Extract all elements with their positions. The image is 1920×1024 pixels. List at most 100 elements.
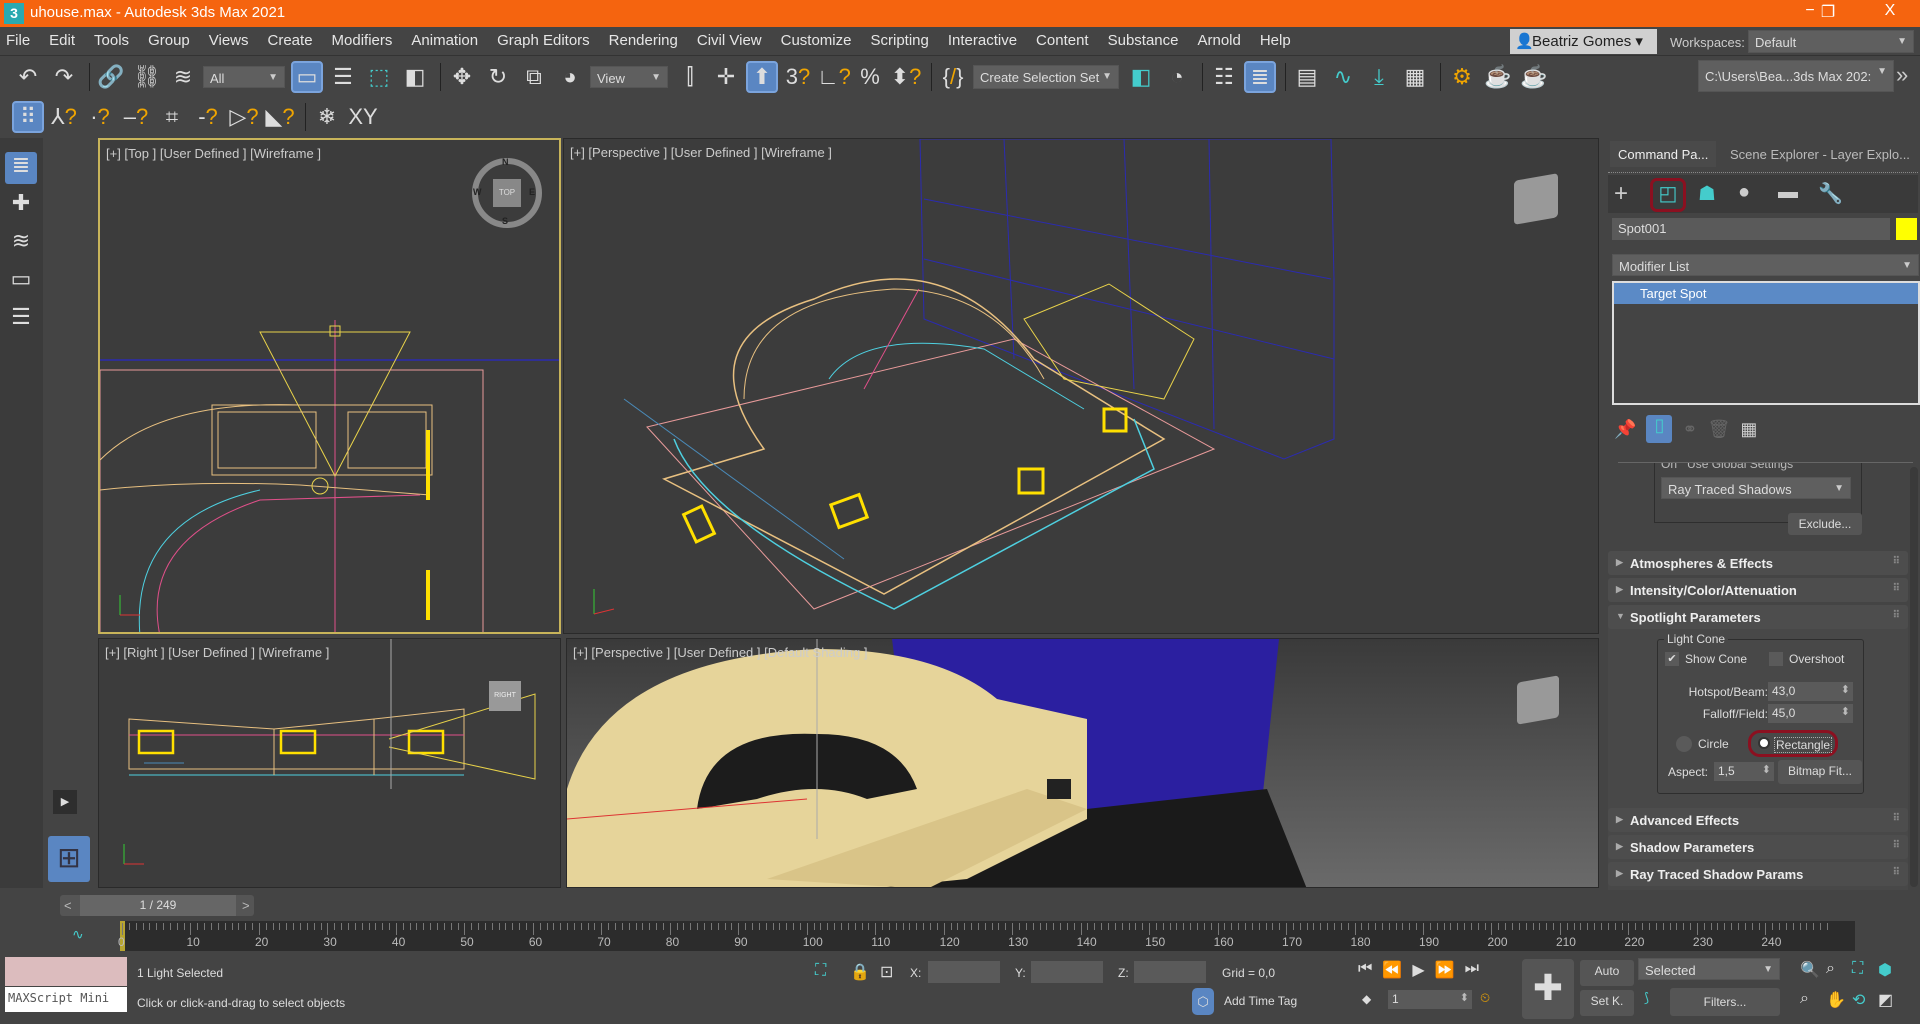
viewport-top[interactable]: [+] [Top ] [User Defined ] [Wireframe ] …: [98, 138, 561, 634]
rollout-spotlight-header[interactable]: ▼ Spotlight Parameters ⠿: [1608, 605, 1908, 629]
rollout-atmospheres[interactable]: ▶ Atmospheres & Effects ⠿: [1608, 551, 1908, 575]
rollout-shadow-parameters[interactable]: ▶ Shadow Parameters ⠿: [1608, 835, 1908, 859]
snap-to-frozen-icon[interactable]: ❄: [311, 101, 343, 133]
menu-rendering[interactable]: Rendering: [609, 32, 678, 49]
toggle-layer-explorer-icon[interactable]: ≣: [1244, 61, 1276, 93]
x-coordinate-field[interactable]: [928, 961, 1000, 983]
play-icon[interactable]: ▶: [1412, 960, 1424, 980]
ribbon-icon[interactable]: ▤: [1291, 61, 1323, 93]
set-key-big-button[interactable]: ✚: [1522, 959, 1574, 1019]
rollout-advanced-effects[interactable]: ▶ Advanced Effects ⠿: [1608, 808, 1908, 832]
aspect-spinner[interactable]: 1,5: [1714, 762, 1774, 781]
menu-create[interactable]: Create: [268, 32, 313, 49]
menu-group[interactable]: Group: [148, 32, 190, 49]
undo-icon[interactable]: ↶: [12, 61, 44, 93]
object-color-swatch[interactable]: [1896, 218, 1917, 240]
display-icon[interactable]: ▬: [1778, 181, 1798, 204]
menu-help[interactable]: Help: [1260, 32, 1291, 49]
vertex-snap-icon[interactable]: ·?: [84, 101, 116, 133]
select-object-icon[interactable]: ▭: [291, 61, 323, 93]
create-icon[interactable]: +: [1614, 180, 1628, 208]
midpoint-snap-icon[interactable]: -?: [192, 101, 224, 133]
circle-radio[interactable]: [1676, 736, 1692, 752]
next-frame-icon[interactable]: ⏩: [1435, 960, 1455, 980]
time-slider[interactable]: < 1 / 249 >: [60, 895, 254, 916]
menu-substance[interactable]: Substance: [1108, 32, 1179, 49]
viewport-perspective-wireframe[interactable]: [+] [Perspective ] [User Defined ] [Wire…: [563, 138, 1599, 634]
pivot-center-icon[interactable]: ⫿: [674, 61, 706, 93]
show-end-result-icon[interactable]: ▯: [1646, 415, 1673, 443]
selection-filter-dropdown[interactable]: All: [203, 66, 285, 88]
menu-tools[interactable]: Tools: [94, 32, 129, 49]
mirror-icon[interactable]: ◧: [1125, 61, 1157, 93]
panel-scrollbar[interactable]: [1910, 467, 1918, 887]
isolate-selection-icon[interactable]: ⛶: [815, 962, 826, 980]
maxscript-mini-input[interactable]: MAXScript Mini: [5, 987, 127, 1012]
layers-icon[interactable]: ≣: [5, 152, 37, 184]
viewport-right[interactable]: [+] [Right ] [User Defined ] [Wireframe …: [98, 638, 561, 888]
next-frame-button[interactable]: >: [242, 898, 250, 913]
object-name-field[interactable]: Spot001: [1612, 218, 1890, 240]
rectangle-radio[interactable]: [1758, 737, 1770, 749]
configure-modifier-sets-icon[interactable]: ▦: [1740, 419, 1757, 440]
show-cone-checkbox[interactable]: ✔: [1665, 652, 1679, 666]
modify-icon[interactable]: ◰: [1650, 178, 1686, 212]
menu-file[interactable]: File: [6, 32, 30, 49]
selection-set-dropdown[interactable]: Create Selection Set: [973, 65, 1119, 89]
render-setup-icon[interactable]: ⚙: [1446, 61, 1478, 93]
viewport-label[interactable]: [+] [Right ] [User Defined ] [Wireframe …: [105, 645, 329, 660]
spinner-snap-icon[interactable]: ⬍?: [890, 61, 922, 93]
curve-editor-toggle-icon[interactable]: ∿: [72, 926, 84, 943]
viewcube[interactable]: RIGHT: [489, 681, 521, 711]
unlink-icon[interactable]: ⛓: [131, 61, 163, 93]
exclude-button[interactable]: Exclude...: [1788, 513, 1862, 535]
current-frame-spinner[interactable]: 1: [1388, 990, 1472, 1009]
zoom-all-icon[interactable]: ⌕: [1826, 960, 1852, 980]
endpoint-snap-icon[interactable]: –?: [120, 101, 152, 133]
viewport-label[interactable]: [+] [Top ] [User Defined ] [Wireframe ]: [106, 146, 321, 161]
grid-points-snap-icon[interactable]: ⠿: [12, 101, 44, 133]
menu-modifiers[interactable]: Modifiers: [332, 32, 393, 49]
make-unique-icon[interactable]: ⚭: [1682, 419, 1697, 440]
schematic-view-icon[interactable]: ⤓: [1363, 61, 1395, 93]
maximize-viewport-icon[interactable]: ◩: [1878, 990, 1904, 1010]
go-to-start-icon[interactable]: ⏮: [1358, 960, 1372, 980]
curve-editor-icon[interactable]: ∿: [1327, 61, 1359, 93]
viewport-perspective-shaded[interactable]: [+] [Perspective ] [User Defined ] [Defa…: [566, 638, 1599, 888]
zoom-extents-all-icon[interactable]: ⬢: [1878, 960, 1904, 980]
time-configuration-icon[interactable]: ⏲: [1480, 990, 1490, 1006]
key-tangent-icon[interactable]: ⟆: [1644, 990, 1649, 1006]
shadow-type-dropdown[interactable]: Ray Traced Shadows: [1661, 477, 1851, 499]
window-crossing-icon[interactable]: ◧: [399, 61, 431, 93]
menu-graph-editors[interactable]: Graph Editors: [497, 32, 590, 49]
menu-customize[interactable]: Customize: [781, 32, 852, 49]
previous-frame-icon[interactable]: ⏪: [1382, 960, 1402, 980]
key-filters-button[interactable]: Filters...: [1670, 988, 1780, 1016]
project-folder-dropdown[interactable]: C:\Users\Bea...3ds Max 202:: [1698, 60, 1894, 92]
user-account-button[interactable]: 👤 Beatriz Gomes ▾: [1510, 29, 1657, 54]
menu-edit[interactable]: Edit: [49, 32, 75, 49]
pivot-snap-icon[interactable]: ⅄?: [48, 101, 80, 133]
tab-scene-explorer[interactable]: Scene Explorer - Layer Explo...: [1722, 141, 1918, 167]
menu-content[interactable]: Content: [1036, 32, 1089, 49]
key-filter-dropdown[interactable]: Selected: [1638, 958, 1780, 980]
key-mode-icon[interactable]: ◆: [1362, 992, 1371, 1006]
overshoot-checkbox[interactable]: [1769, 652, 1783, 666]
align-icon[interactable]: ◔: [1161, 61, 1193, 93]
set-key-button[interactable]: Set K.: [1580, 990, 1634, 1016]
bounding-box-snap-icon[interactable]: ⌗: [156, 101, 188, 133]
prev-frame-button[interactable]: <: [64, 898, 72, 913]
toggle-scene-explorer-icon[interactable]: ☷: [1208, 61, 1240, 93]
select-layer-icon[interactable]: ▭: [5, 266, 37, 298]
select-by-name-icon[interactable]: ☰: [327, 61, 359, 93]
snaps-toggle-icon[interactable]: 3?: [782, 61, 814, 93]
workspace-dropdown[interactable]: Default: [1748, 30, 1914, 53]
modifier-list-dropdown[interactable]: Modifier List: [1612, 254, 1919, 276]
select-manipulate-icon[interactable]: ✛: [710, 61, 742, 93]
remove-modifier-icon[interactable]: 🗑: [1708, 419, 1731, 440]
menu-interactive[interactable]: Interactive: [948, 32, 1017, 49]
add-layer-icon[interactable]: ✚: [5, 190, 37, 222]
stack-item-target-spot[interactable]: Target Spot: [1614, 283, 1918, 304]
y-coordinate-field[interactable]: [1031, 961, 1103, 983]
absolute-mode-icon[interactable]: ⊡: [880, 962, 893, 982]
